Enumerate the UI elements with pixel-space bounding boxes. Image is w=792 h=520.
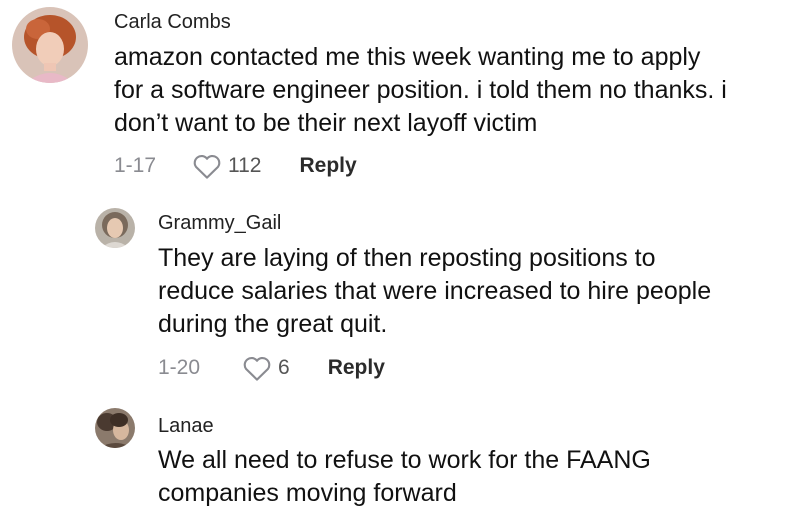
avatar[interactable] bbox=[12, 7, 88, 83]
comment-text-line: We all need to refuse to work for the FA… bbox=[158, 446, 651, 474]
comment-text-line: reduce salaries that were increased to h… bbox=[158, 277, 712, 305]
avatar-photo-icon bbox=[95, 408, 135, 448]
comment-text: We all need to refuse to work for the FA… bbox=[158, 444, 651, 510]
comment-date: 1-17 bbox=[114, 154, 157, 177]
comment-text-line: don’t want to be their next layoff victi… bbox=[114, 109, 538, 137]
comment-text-line: for a software engineer position. i told… bbox=[114, 76, 727, 104]
avatar[interactable] bbox=[95, 208, 135, 248]
comment-text-line: companies moving forward bbox=[158, 479, 457, 507]
comment-meta: 1-17 112 Reply bbox=[114, 151, 357, 181]
comment-username[interactable]: Lanae bbox=[158, 415, 214, 438]
heart-outline-icon bbox=[193, 154, 221, 179]
like-button[interactable]: 112 bbox=[192, 152, 261, 180]
like-count: 112 bbox=[228, 154, 262, 177]
like-count: 6 bbox=[278, 356, 290, 379]
comment-text: amazon contacted me this week wanting me… bbox=[114, 41, 727, 140]
comment-text-line: during the great quit. bbox=[158, 310, 388, 338]
comment-text: They are laying of then reposting positi… bbox=[158, 242, 711, 341]
heart-outline-icon bbox=[243, 356, 271, 381]
comment-text-line: They are laying of then reposting positi… bbox=[158, 244, 656, 272]
like-button[interactable]: 6 bbox=[242, 354, 290, 382]
comment-date: 1-20 bbox=[158, 356, 201, 379]
reply-button[interactable]: Reply bbox=[299, 154, 356, 178]
comment-username[interactable]: Carla Combs bbox=[114, 11, 231, 34]
avatar[interactable] bbox=[95, 408, 135, 448]
avatar-photo-icon bbox=[12, 7, 88, 83]
reply-button[interactable]: Reply bbox=[328, 356, 385, 380]
comment-username[interactable]: Grammy_Gail bbox=[158, 212, 281, 235]
comment-meta: 1-20 6 Reply bbox=[158, 353, 385, 383]
avatar-photo-icon bbox=[95, 208, 135, 248]
comment-text-line: amazon contacted me this week wanting me… bbox=[114, 43, 701, 71]
